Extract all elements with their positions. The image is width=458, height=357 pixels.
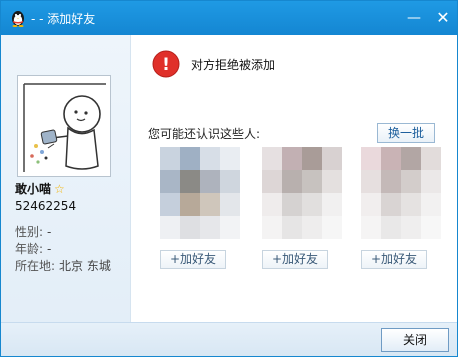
photo-mosaic-cell <box>421 193 441 216</box>
photo-mosaic-cell <box>200 216 220 239</box>
photo-mosaic-cell <box>200 170 220 193</box>
add-friend-button[interactable]: +加好友 <box>160 250 226 269</box>
error-icon: ! <box>152 50 180 78</box>
suggestion-photo[interactable] <box>160 147 240 239</box>
photo-mosaic-cell <box>381 170 401 193</box>
photo-mosaic-cell <box>160 147 180 170</box>
location-row: 所在地: 北京 东城 <box>15 257 111 274</box>
photo-mosaic-cell <box>322 147 342 170</box>
profile-panel: 敢小喵 ☆ 52462254 性别: - 年龄: - 所在地: 北京 东城 <box>1 35 131 322</box>
close-icon: ✕ <box>436 8 450 27</box>
photo-mosaic-cell <box>282 147 302 170</box>
photo-mosaic-cell <box>401 147 421 170</box>
suggestion-photo[interactable] <box>361 147 441 239</box>
photo-mosaic-cell <box>220 170 240 193</box>
title-bar[interactable]: - - 添加好友 — ✕ <box>1 1 457 35</box>
photo-mosaic-cell <box>302 193 322 216</box>
refresh-suggestions-button[interactable]: 换一批 <box>377 123 435 143</box>
location-value: 北京 东城 <box>59 259 111 273</box>
suggestion-card: +加好友 <box>262 147 342 271</box>
suggestion-card: +加好友 <box>361 147 441 271</box>
window-title: - - 添加好友 <box>31 12 96 26</box>
photo-mosaic-cell <box>262 147 282 170</box>
age-value: - <box>47 242 52 256</box>
add-friend-window: - - 添加好友 — ✕ 敢小喵 ☆ 52462254 性别: - 年龄: - … <box>0 0 458 357</box>
photo-mosaic-cell <box>421 147 441 170</box>
photo-mosaic-cell <box>302 170 322 193</box>
avatar[interactable] <box>17 75 111 177</box>
photo-mosaic-cell <box>401 216 421 239</box>
photo-mosaic-cell <box>361 147 381 170</box>
location-label: 所在地: <box>15 259 56 273</box>
gender-value: - <box>47 225 52 239</box>
qq-number: 52462254 <box>15 199 77 213</box>
photo-mosaic-cell <box>282 193 302 216</box>
photo-mosaic-cell <box>160 193 180 216</box>
close-window-button[interactable]: ✕ <box>432 7 454 29</box>
qq-penguin-icon <box>12 11 24 27</box>
photo-mosaic-cell <box>180 170 200 193</box>
photo-mosaic-cell <box>381 147 401 170</box>
photo-mosaic-cell <box>302 216 322 239</box>
photo-mosaic-cell <box>262 193 282 216</box>
photo-mosaic-cell <box>180 193 200 216</box>
photo-mosaic-cell <box>200 193 220 216</box>
footer-bar: 关闭 <box>1 322 457 356</box>
age-label: 年龄: <box>15 242 44 256</box>
photo-mosaic-cell <box>322 193 342 216</box>
star-icon: ☆ <box>54 182 65 196</box>
photo-mosaic-cell <box>160 170 180 193</box>
gender-row: 性别: - <box>15 223 51 240</box>
nickname-row: 敢小喵 ☆ <box>15 180 65 198</box>
error-icon-glyph: ! <box>162 55 170 75</box>
photo-mosaic-cell <box>302 147 322 170</box>
cartoon-avatar-image <box>18 76 110 176</box>
error-message: 对方拒绝被添加 <box>191 58 276 72</box>
photo-mosaic-cell <box>220 147 240 170</box>
result-panel: ! 对方拒绝被添加 您可能还认识这些人: 换一批 +加好友 +加好友 +加好友 <box>132 35 457 322</box>
photo-mosaic-cell <box>262 216 282 239</box>
suggestion-card: +加好友 <box>160 147 240 271</box>
photo-mosaic-cell <box>180 147 200 170</box>
photo-mosaic-cell <box>322 216 342 239</box>
photo-mosaic-cell <box>322 170 342 193</box>
photo-mosaic-cell <box>361 170 381 193</box>
photo-mosaic-cell <box>421 216 441 239</box>
photo-mosaic-cell <box>421 170 441 193</box>
photo-mosaic-cell <box>401 193 421 216</box>
photo-mosaic-cell <box>401 170 421 193</box>
photo-mosaic-cell <box>361 193 381 216</box>
photo-mosaic-cell <box>381 193 401 216</box>
gender-label: 性别: <box>15 225 44 239</box>
photo-mosaic-cell <box>200 147 220 170</box>
photo-mosaic-cell <box>262 170 282 193</box>
photo-mosaic-cell <box>282 170 302 193</box>
photo-mosaic-cell <box>220 216 240 239</box>
photo-mosaic-cell <box>361 216 381 239</box>
add-friend-button[interactable]: +加好友 <box>361 250 427 269</box>
photo-mosaic-cell <box>220 193 240 216</box>
suggestions-title: 您可能还认识这些人: <box>148 127 261 141</box>
close-button[interactable]: 关闭 <box>381 328 449 352</box>
photo-mosaic-cell <box>160 216 180 239</box>
add-friend-button[interactable]: +加好友 <box>262 250 328 269</box>
photo-mosaic-cell <box>282 216 302 239</box>
photo-mosaic-cell <box>180 216 200 239</box>
age-row: 年龄: - <box>15 240 51 257</box>
minimize-button[interactable]: — <box>403 7 425 29</box>
nickname: 敢小喵 <box>15 182 52 196</box>
suggestion-photo[interactable] <box>262 147 342 239</box>
minimize-icon: — <box>407 10 421 26</box>
photo-mosaic-cell <box>381 216 401 239</box>
